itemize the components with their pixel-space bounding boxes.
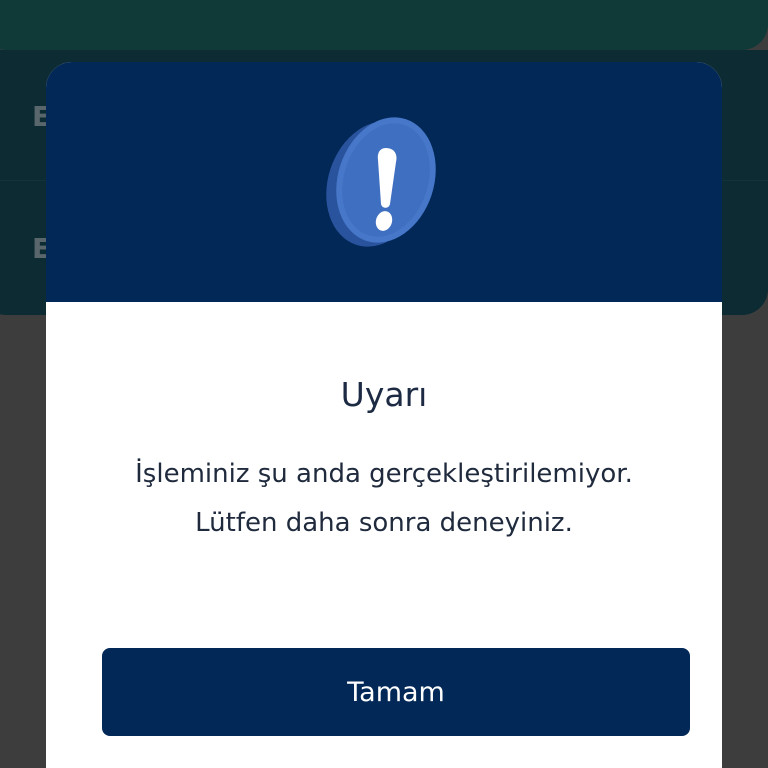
- alert-dialog: Uyarı İşleminiz şu anda gerçekleştirilem…: [46, 62, 722, 768]
- alert-dialog-header: [46, 62, 722, 302]
- exclamation-alert-icon: [326, 117, 436, 247]
- background-app-header: [0, 0, 768, 50]
- alert-dialog-message: İşleminiz şu anda gerçekleştirilemiyor. …: [135, 459, 633, 538]
- alert-dialog-title: Uyarı: [340, 375, 428, 414]
- ok-button[interactable]: Tamam: [102, 648, 690, 736]
- screen: E E Uyarı İşleminiz şu anda gerçekleştir…: [0, 0, 768, 768]
